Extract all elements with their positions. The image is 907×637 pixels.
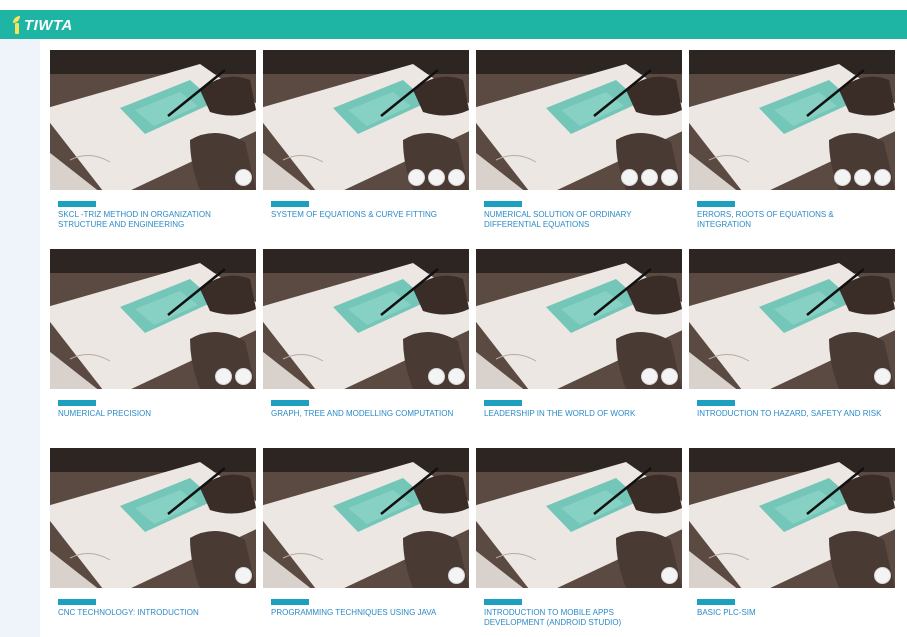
course-card[interactable]: SKCL -TRIZ METHOD IN ORGANIZATION STRUCT… <box>44 50 256 238</box>
course-thumbnail[interactable] <box>263 448 469 588</box>
hand-drawing-image <box>263 448 469 588</box>
course-title[interactable]: PROGRAMMING TECHNIQUES USING JAVA <box>271 608 461 618</box>
category-badge <box>484 201 522 207</box>
bookmark-icon[interactable] <box>448 368 465 385</box>
hand-drawing-image <box>689 448 895 588</box>
share-icon[interactable] <box>235 567 252 584</box>
course-card[interactable]: INTRODUCTION TO MOBILE APPS DEVELOPMENT … <box>470 448 682 636</box>
category-badge <box>697 599 735 605</box>
course-thumbnail[interactable] <box>476 249 682 389</box>
category-badge <box>58 599 96 605</box>
share-icon[interactable] <box>874 368 891 385</box>
card-actions <box>235 169 252 186</box>
course-thumbnail[interactable] <box>689 448 895 588</box>
share-icon[interactable] <box>408 169 425 186</box>
card-actions <box>235 567 252 584</box>
course-thumbnail[interactable] <box>50 50 256 190</box>
category-badge <box>484 599 522 605</box>
course-title[interactable]: NUMERICAL PRECISION <box>58 409 248 419</box>
course-card[interactable]: NUMERICAL PRECISION <box>44 249 256 437</box>
share-icon[interactable] <box>641 368 658 385</box>
card-actions <box>215 368 252 385</box>
hand-drawing-image <box>50 50 256 190</box>
card-actions <box>874 368 891 385</box>
category-badge <box>271 400 309 406</box>
category-badge <box>697 201 735 207</box>
course-title[interactable]: LEADERSHIP IN THE WORLD OF WORK <box>484 409 674 419</box>
share-icon[interactable] <box>428 368 445 385</box>
top-bar: TIWTA <box>0 10 907 39</box>
course-thumbnail[interactable] <box>50 249 256 389</box>
course-title[interactable]: SYSTEM OF EQUATIONS & CURVE FITTING <box>271 210 461 220</box>
leaf-icon <box>12 15 22 35</box>
share-icon[interactable] <box>448 567 465 584</box>
course-title[interactable]: ERRORS, ROOTS OF EQUATIONS & INTEGRATION <box>697 210 887 230</box>
category-badge <box>697 400 735 406</box>
course-title[interactable]: GRAPH, TREE AND MODELLING COMPUTATION <box>271 409 461 419</box>
course-title[interactable]: BASIC PLC-SIM <box>697 608 887 618</box>
brand-logo[interactable]: TIWTA <box>12 14 73 36</box>
share-icon[interactable] <box>215 368 232 385</box>
info-icon[interactable] <box>874 169 891 186</box>
hand-drawing-image <box>476 448 682 588</box>
course-title[interactable]: CNC TECHNOLOGY: INTRODUCTION <box>58 608 248 618</box>
bookmark-icon[interactable] <box>661 368 678 385</box>
course-title[interactable]: SKCL -TRIZ METHOD IN ORGANIZATION STRUCT… <box>58 210 248 230</box>
hand-drawing-image <box>50 448 256 588</box>
course-card[interactable]: ERRORS, ROOTS OF EQUATIONS & INTEGRATION <box>683 50 895 238</box>
course-thumbnail[interactable] <box>689 249 895 389</box>
category-badge <box>484 400 522 406</box>
course-card[interactable]: CNC TECHNOLOGY: INTRODUCTION <box>44 448 256 636</box>
course-thumbnail[interactable] <box>263 50 469 190</box>
course-card[interactable]: NUMERICAL SOLUTION OF ORDINARY DIFFERENT… <box>470 50 682 238</box>
card-actions <box>661 567 678 584</box>
hand-drawing-image <box>689 249 895 389</box>
card-actions <box>834 169 891 186</box>
course-thumbnail[interactable] <box>476 50 682 190</box>
category-badge <box>58 400 96 406</box>
share-icon[interactable] <box>661 567 678 584</box>
course-card[interactable]: BASIC PLC-SIM <box>683 448 895 636</box>
course-thumbnail[interactable] <box>476 448 682 588</box>
course-thumbnail[interactable] <box>263 249 469 389</box>
share-icon[interactable] <box>834 169 851 186</box>
share-icon[interactable] <box>621 169 638 186</box>
card-actions <box>621 169 678 186</box>
category-badge <box>271 201 309 207</box>
course-card[interactable]: INTRODUCTION TO HAZARD, SAFETY AND RISK <box>683 249 895 437</box>
share-icon[interactable] <box>235 169 252 186</box>
card-actions <box>641 368 678 385</box>
bookmark-icon[interactable] <box>641 169 658 186</box>
course-card[interactable]: GRAPH, TREE AND MODELLING COMPUTATION <box>257 249 469 437</box>
card-actions <box>874 567 891 584</box>
bookmark-icon[interactable] <box>854 169 871 186</box>
card-actions <box>408 169 465 186</box>
card-actions <box>448 567 465 584</box>
course-card[interactable]: PROGRAMMING TECHNIQUES USING JAVA <box>257 448 469 636</box>
sidebar <box>0 39 40 637</box>
course-title[interactable]: INTRODUCTION TO MOBILE APPS DEVELOPMENT … <box>484 608 674 628</box>
share-icon[interactable] <box>874 567 891 584</box>
brand-name: TIWTA <box>24 16 73 34</box>
course-thumbnail[interactable] <box>689 50 895 190</box>
category-badge <box>271 599 309 605</box>
info-icon[interactable] <box>448 169 465 186</box>
course-thumbnail[interactable] <box>50 448 256 588</box>
course-title[interactable]: INTRODUCTION TO HAZARD, SAFETY AND RISK <box>697 409 887 419</box>
course-card[interactable]: SYSTEM OF EQUATIONS & CURVE FITTING <box>257 50 469 238</box>
bookmark-icon[interactable] <box>235 368 252 385</box>
info-icon[interactable] <box>661 169 678 186</box>
bookmark-icon[interactable] <box>428 169 445 186</box>
course-title[interactable]: NUMERICAL SOLUTION OF ORDINARY DIFFERENT… <box>484 210 674 230</box>
card-actions <box>428 368 465 385</box>
category-badge <box>58 201 96 207</box>
course-card[interactable]: LEADERSHIP IN THE WORLD OF WORK <box>470 249 682 437</box>
